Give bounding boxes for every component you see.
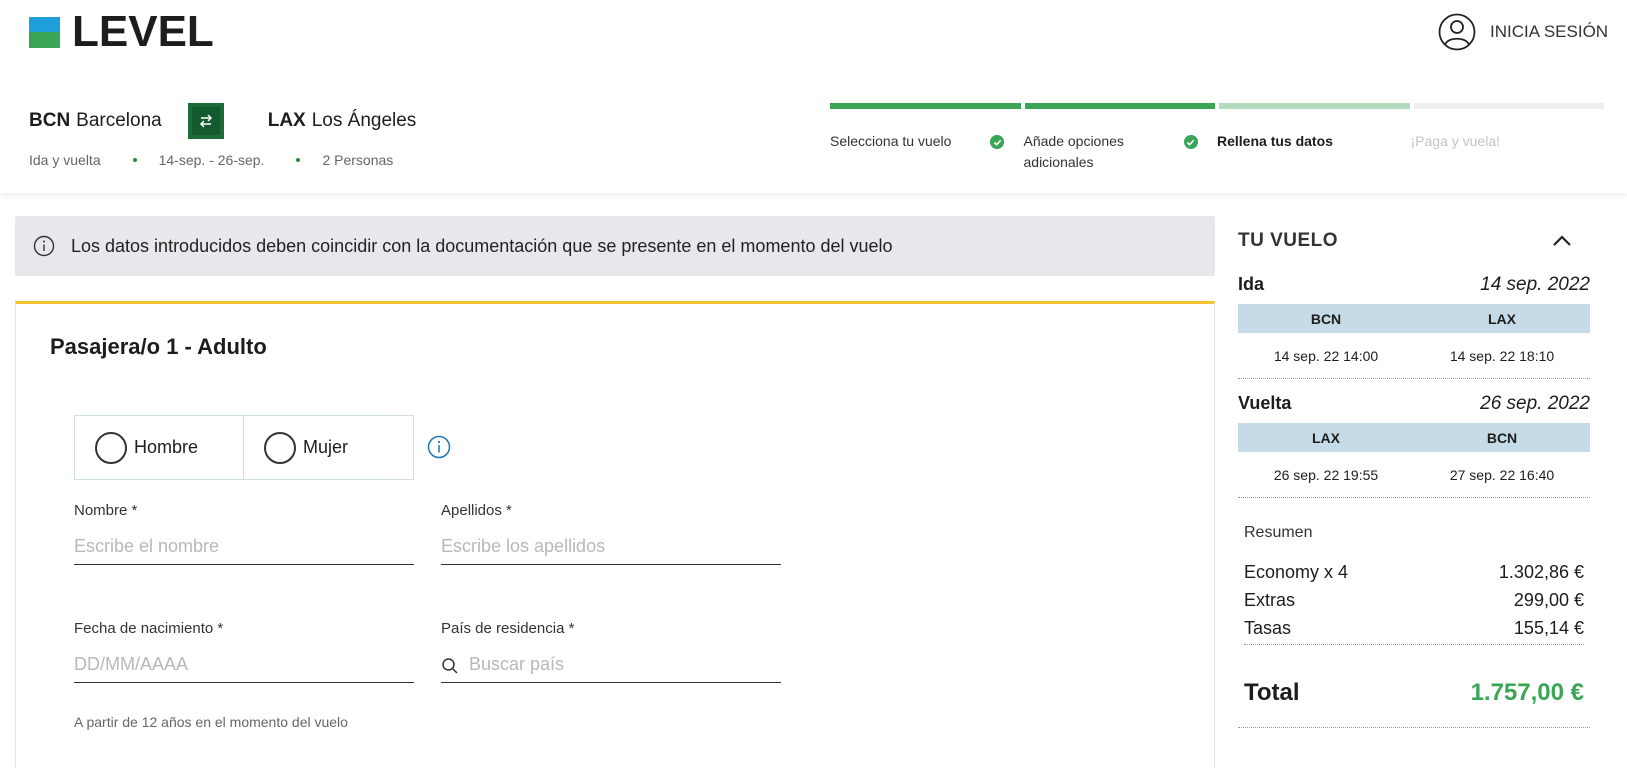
progress-steps: Selecciona tu vuelo Añade opciones adicio… [830, 103, 1604, 173]
gender-option-male[interactable]: Hombre [74, 415, 244, 480]
step-bar-2 [1024, 103, 1215, 109]
info-notice: Los datos introducidos deben coincidir c… [15, 216, 1215, 276]
outbound-times: 14 sep. 22 14:00 14 sep. 22 18:10 [1238, 333, 1590, 379]
last-name-input[interactable] [441, 529, 781, 565]
login-label: INICIA SESIÓN [1490, 22, 1609, 41]
inbound-times: 26 sep. 22 19:55 27 sep. 22 16:40 [1238, 452, 1590, 498]
page-header: LEVEL INICIA SESIÓN BCN Barcelona LAX Lo… [0, 0, 1627, 193]
outbound-codes: BCN LAX [1238, 304, 1590, 333]
user-icon [1438, 13, 1476, 51]
birth-date-hint: A partir de 12 años en el momento del vu… [74, 714, 348, 730]
origin-city: Barcelona [76, 110, 162, 131]
inbound-from: LAX [1312, 429, 1340, 446]
price-line-label: Economy x 4 [1244, 562, 1349, 582]
summary-header[interactable]: TU VUELO [1238, 216, 1590, 266]
price-line-label: Extras [1244, 590, 1296, 610]
separator-dot [296, 158, 301, 162]
total-row: Total 1.757,00 € [1238, 647, 1590, 728]
trip-info: Ida y vuelta 14-sep. - 26-sep. 2 Persona… [29, 152, 393, 168]
gender-option-female[interactable]: Mujer [244, 415, 414, 480]
destination-code: LAX [267, 110, 306, 131]
logo-mark [29, 16, 60, 48]
radio-female[interactable] [264, 431, 296, 464]
swap-button[interactable] [187, 103, 224, 139]
birth-date-field: Fecha de nacimiento * [74, 620, 414, 683]
chevron-up-icon[interactable] [1552, 235, 1572, 247]
inbound-label: Vuelta [1238, 393, 1292, 413]
inbound-arrive: 27 sep. 22 16:40 [1449, 467, 1555, 483]
step-label: Rellena tus datos [1217, 133, 1333, 149]
step-4: ¡Paga y vuela! [1411, 131, 1605, 173]
step-2: Añade opciones adicionales [1024, 131, 1218, 173]
resume-title: Resumen [1244, 524, 1313, 541]
origin-code: BCN [29, 110, 71, 131]
destination-city: Los Ángeles [311, 110, 417, 131]
step-1: Selecciona tu vuelo [830, 131, 1024, 173]
outbound-depart: 14 sep. 22 14:00 [1273, 348, 1379, 364]
search-icon [442, 658, 458, 674]
gender-info-icon[interactable] [427, 435, 451, 459]
step-label: Selecciona tu vuelo [830, 133, 952, 149]
price-line: Economy x 4 1.302,86 € [1244, 558, 1584, 586]
summary-title: TU VUELO [1238, 230, 1339, 251]
separator-dot [132, 158, 137, 162]
price-line-amount: 299,00 € [1513, 590, 1584, 610]
gender-label-male: Hombre [134, 437, 199, 457]
country-field: País de residencia * [441, 620, 781, 683]
total-label: Total [1244, 679, 1300, 706]
step-3: Rellena tus datos [1217, 131, 1411, 173]
check-icon [1183, 135, 1198, 149]
login-button[interactable]: INICIA SESIÓN [1438, 13, 1608, 51]
inbound-to: BCN [1486, 429, 1518, 446]
price-line-amount: 155,14 € [1513, 618, 1584, 638]
step-label: ¡Paga y vuela! [1410, 133, 1501, 149]
inbound-depart: 26 sep. 22 19:55 [1273, 467, 1379, 483]
outbound-leg: Ida 14 sep. 2022 BCN LAX 14 sep. 22 14:0… [1238, 274, 1590, 379]
inbound-leg: Vuelta 26 sep. 2022 LAX BCN 26 sep. 22 1… [1238, 393, 1590, 498]
step-label: Añade opciones adicionales [1023, 133, 1124, 170]
step-bar-4 [1413, 103, 1604, 109]
notice-text: Los datos introducidos deben coincidir c… [71, 235, 893, 256]
outbound-from: BCN [1310, 310, 1342, 327]
passenger-title: Pasajera/o 1 - Adulto [50, 334, 267, 359]
trip-passengers: 2 Personas [322, 152, 394, 168]
inbound-codes: LAX BCN [1238, 423, 1590, 452]
route-summary: BCN Barcelona LAX Los Ángeles [29, 103, 416, 139]
first-name-input[interactable] [74, 529, 414, 565]
check-icon [990, 135, 1004, 149]
inbound-date: 26 sep. 2022 [1480, 393, 1590, 414]
passenger-card: Pasajera/o 1 - Adulto Hombre Mujer Nombr… [15, 301, 1215, 768]
trip-dates: 14-sep. - 26-sep. [158, 152, 265, 168]
first-name-label: Nombre * [74, 502, 138, 519]
birth-date-input[interactable] [74, 647, 414, 683]
last-name-field: Apellidos * [441, 502, 781, 565]
total-amount: 1.757,00 € [1470, 679, 1584, 706]
level-logo[interactable]: LEVEL [29, 7, 214, 56]
trip-type: Ida y vuelta [29, 152, 101, 168]
birth-date-label: Fecha de nacimiento * [74, 620, 224, 637]
price-line-label: Tasas [1244, 618, 1292, 638]
price-line-amount: 1.302,86 € [1498, 562, 1584, 582]
outbound-date: 14 sep. 2022 [1480, 274, 1590, 295]
swap-arrows-icon [199, 114, 212, 128]
flight-summary: TU VUELO Ida 14 sep. 2022 BCN LAX 14 sep… [1238, 216, 1590, 728]
price-line: Extras 299,00 € [1244, 586, 1584, 614]
first-name-field: Nombre * [74, 502, 414, 565]
outbound-arrive: 14 sep. 22 18:10 [1449, 348, 1555, 364]
step-bar-1 [830, 103, 1021, 109]
gender-label-female: Mujer [303, 437, 349, 457]
country-label: País de residencia * [441, 620, 575, 637]
radio-male[interactable] [95, 431, 127, 464]
info-icon [33, 235, 55, 257]
last-name-label: Apellidos * [441, 502, 512, 519]
logo-text: LEVEL [72, 7, 214, 56]
divider [1244, 644, 1584, 645]
outbound-to: LAX [1488, 310, 1516, 327]
price-line: Tasas 155,14 € [1244, 614, 1584, 642]
outbound-label: Ida [1238, 274, 1265, 294]
step-bar-3 [1219, 103, 1410, 109]
gender-selector: Hombre Mujer [74, 415, 414, 480]
price-summary: Resumen Economy x 4 1.302,86 € Extras 29… [1238, 498, 1590, 645]
country-input[interactable] [441, 647, 781, 683]
